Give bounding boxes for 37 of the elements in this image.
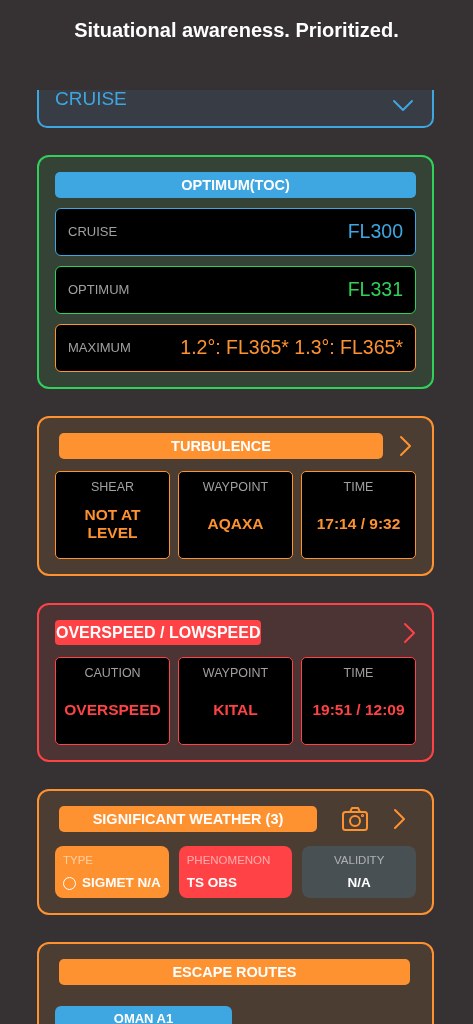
cell-value: AQAXA xyxy=(207,514,264,535)
chevron-right-icon[interactable] xyxy=(399,435,412,457)
headline: Situational awareness. Prioritized. xyxy=(73,18,400,43)
tile-label: VALIDITY xyxy=(334,853,385,868)
level-value: 1.2°: FL365* 1.3°: FL365* xyxy=(180,335,403,361)
level-value: FL331 xyxy=(347,277,403,303)
chevron-right-icon[interactable] xyxy=(393,808,406,830)
cell-label: CAUTION xyxy=(84,665,141,682)
tile-value: N/A xyxy=(347,874,371,893)
chevron-down-icon[interactable] xyxy=(392,98,414,113)
tile-value: TS OBS xyxy=(186,874,238,893)
level-label: MAXIMUM xyxy=(68,339,131,358)
section-title: OPTIMUM(TOC) xyxy=(55,172,416,198)
tile-label: TYPE xyxy=(63,853,95,868)
level-value: FL300 xyxy=(347,219,403,245)
section-title: SIGNIFICANT WEATHER (3) xyxy=(59,806,317,832)
cell-value: KITAL xyxy=(213,700,258,721)
cell-label: WAYPOINT xyxy=(202,479,269,496)
route-button[interactable]: OMAN A1 xyxy=(55,1006,232,1024)
cell-label: TIME xyxy=(343,479,374,496)
camera-icon[interactable] xyxy=(341,806,369,832)
cell-value: NOT AT LEVEL xyxy=(83,504,142,544)
cell-value: 19:51 / 12:09 xyxy=(312,700,405,721)
cell-label: SHEAR xyxy=(90,479,135,496)
chevron-right-icon[interactable] xyxy=(403,621,416,644)
phase-dropdown[interactable]: CRUISE xyxy=(37,90,434,128)
cell-label: WAYPOINT xyxy=(202,665,269,682)
section-title: OVERSPEED / LOWSPEED xyxy=(55,620,262,645)
level-label: CRUISE xyxy=(68,223,118,242)
cell-value: 17:14 / 9:32 xyxy=(316,514,401,535)
cell-value: OVERSPEED xyxy=(64,700,161,721)
tile-label: PHENOMENON xyxy=(186,853,272,868)
tile-value: SIGMET N/A xyxy=(82,874,161,893)
level-label: OPTIMUM xyxy=(68,281,130,300)
cell-label: TIME xyxy=(343,665,374,682)
section-title: TURBULENCE xyxy=(59,433,383,459)
section-title: ESCAPE ROUTES xyxy=(59,959,410,985)
